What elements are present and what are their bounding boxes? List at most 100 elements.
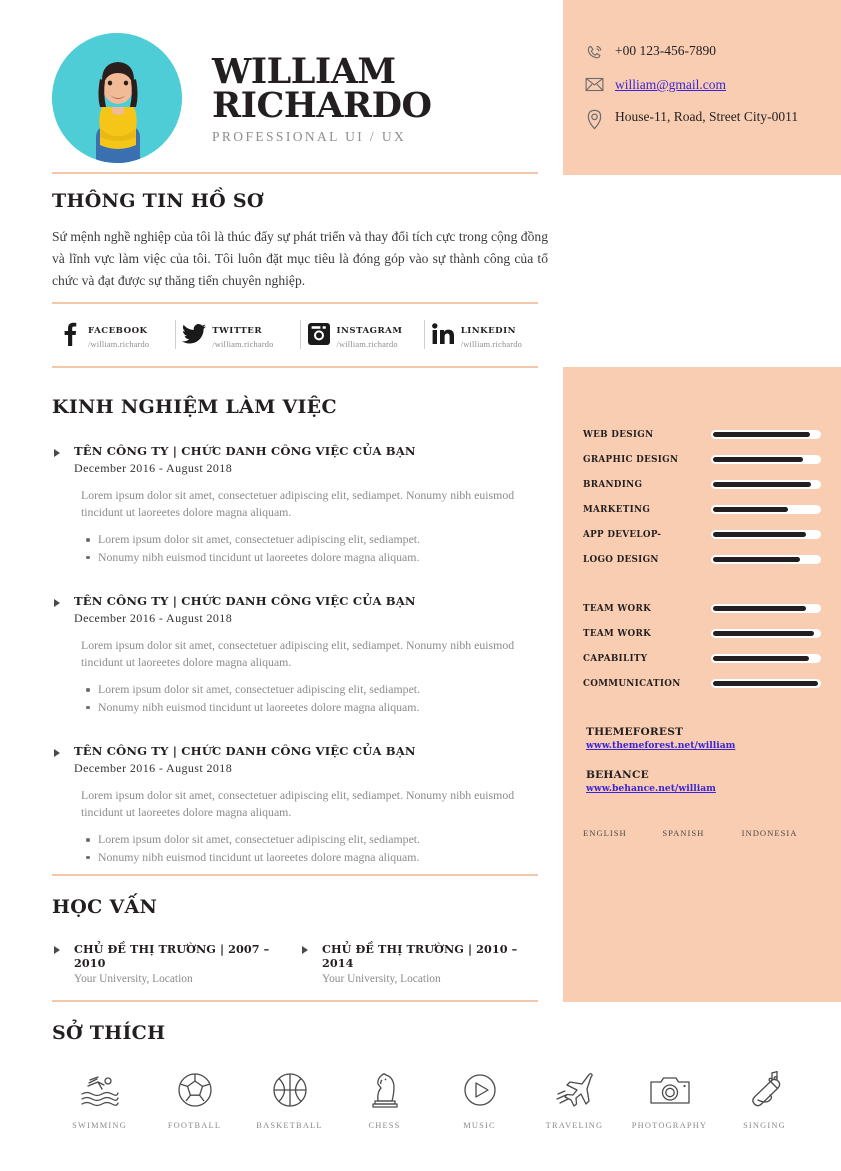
skill-bar-fill bbox=[713, 532, 806, 537]
hobbies-row: SWIMMING FOOTBALL BASKETBALL CHESS MUSIC… bbox=[52, 1068, 812, 1130]
language-label: SPANISH bbox=[662, 828, 705, 838]
education-item-sub: Your University, Location bbox=[322, 973, 441, 985]
hobby-label: PHOTOGRAPHY bbox=[631, 1121, 708, 1130]
socials-divider bbox=[52, 366, 538, 368]
skill-label: TEAM WORK bbox=[583, 603, 652, 614]
skill-bar bbox=[711, 679, 821, 688]
portfolio-item-url[interactable]: www.themeforest.net/william bbox=[586, 740, 821, 751]
education-item: CHỦ ĐỀ THỊ TRƯỜNG | 2007 – 2010 Your Uni… bbox=[52, 942, 300, 985]
portfolio-section: MY PORTFOLIO THEMEFOREST www.themeforest… bbox=[583, 726, 821, 794]
header-divider bbox=[52, 172, 538, 174]
linkedin-icon bbox=[425, 323, 461, 345]
football-icon bbox=[176, 1068, 214, 1112]
skill-label: LOGO DESIGN bbox=[583, 554, 659, 565]
skill-label: WEB DESIGN bbox=[583, 429, 654, 440]
hobby-label: CHESS bbox=[368, 1121, 401, 1130]
skill-bar-fill bbox=[713, 557, 801, 562]
contact-address-row: House-11, Road, Street City-0011 bbox=[585, 108, 830, 130]
email-value[interactable]: william@gmail.com bbox=[615, 76, 726, 94]
contact-email-row[interactable]: william@gmail.com bbox=[585, 76, 830, 94]
social-handle: /william.richardo bbox=[212, 339, 274, 349]
triangle-bullet-icon bbox=[54, 449, 60, 457]
education-item-title: CHỦ ĐỀ THỊ TRƯỜNG | 2010 – 2014 bbox=[322, 942, 518, 970]
triangle-bullet-icon bbox=[302, 946, 308, 954]
skill-bar bbox=[711, 505, 821, 514]
skill-row: CAPABILITY bbox=[583, 646, 821, 671]
avatar bbox=[52, 33, 182, 163]
skill-row: APP DEVELOP- bbox=[583, 522, 821, 547]
experience-item-title: TÊN CÔNG TY | CHỨC DANH CÔNG VIỆC CỦA BẠ… bbox=[74, 444, 416, 458]
experience-item: TÊN CÔNG TY | CHỨC DANH CÔNG VIỆC CỦA BẠ… bbox=[52, 594, 548, 716]
list-item: Nonumy nibh euismod tincidunt ut laoreet… bbox=[86, 549, 548, 566]
experience-item-date: December 2016 - August 2018 bbox=[74, 611, 233, 626]
portfolio-item-url[interactable]: www.behance.net/william bbox=[586, 783, 821, 794]
portfolio-item[interactable]: BEHANCE www.behance.net/william bbox=[583, 769, 821, 794]
header: WILLIAM RICHARDO PROFESSIONAL UI / UX bbox=[52, 33, 547, 163]
chess-icon bbox=[368, 1068, 402, 1112]
photography-icon bbox=[649, 1068, 691, 1112]
portfolio-item-name: THEMEFOREST bbox=[586, 726, 684, 738]
triangle-bullet-icon bbox=[54, 749, 60, 758]
hobby-item-football: FOOTBALL bbox=[147, 1068, 242, 1130]
facebook-icon bbox=[52, 322, 88, 346]
social-item-linkedin[interactable]: LINKEDIN /william.richardo bbox=[423, 319, 548, 349]
portfolio-item-name: BEHANCE bbox=[586, 769, 649, 781]
education-item-sub: Your University, Location bbox=[74, 973, 193, 985]
social-name: TWITTER bbox=[212, 325, 262, 336]
skill-bar bbox=[711, 455, 821, 464]
portfolio-item[interactable]: THEMEFOREST www.themeforest.net/william bbox=[583, 726, 821, 751]
list-item: Lorem ipsum dolor sit amet, consectetuer… bbox=[86, 531, 548, 548]
skill-bar bbox=[711, 654, 821, 663]
education-section: HỌC VẤN CHỦ ĐỀ THỊ TRƯỜNG | 2007 – 2010 … bbox=[52, 896, 548, 985]
skill-bar-fill bbox=[713, 457, 803, 462]
basketball-icon bbox=[271, 1068, 309, 1112]
singing-icon bbox=[746, 1068, 784, 1112]
profile-section: THÔNG TIN HỒ SƠ Sứ mệnh nghề nghiệp của … bbox=[52, 190, 548, 292]
skill-bar-fill bbox=[713, 681, 818, 686]
hobby-label: SWIMMING bbox=[72, 1121, 127, 1130]
social-handle: /william.richardo bbox=[88, 339, 150, 349]
list-item: Nonumy nibh euismod tincidunt ut laoreet… bbox=[86, 699, 548, 716]
phone-icon bbox=[585, 42, 615, 62]
experience-divider bbox=[52, 874, 538, 876]
education-item-title: CHỦ ĐỀ THỊ TRƯỜNG | 2007 – 2010 bbox=[74, 942, 270, 970]
social-item-twitter[interactable]: TWITTER /william.richardo bbox=[175, 319, 299, 349]
education-title: HỌC VẤN bbox=[52, 896, 158, 918]
skill-bar bbox=[711, 530, 821, 539]
experience-item-desc: Lorem ipsum dolor sit amet, consectetuer… bbox=[81, 638, 515, 670]
skills-group-spacer bbox=[583, 572, 821, 596]
hobby-item-singing: SINGING bbox=[717, 1068, 812, 1130]
hobby-item-chess: CHESS bbox=[337, 1068, 432, 1130]
list-item: Lorem ipsum dolor sit amet, consectetuer… bbox=[86, 681, 548, 698]
language-label: INDONESIA bbox=[741, 828, 798, 838]
social-name: LINKEDIN bbox=[460, 325, 517, 336]
skill-label: GRAPHIC DESIGN bbox=[583, 454, 679, 465]
location-pin-icon bbox=[585, 108, 615, 130]
skills-group-a: WEB DESIGN GRAPHIC DESIGN BRANDING MARKE… bbox=[583, 422, 821, 572]
experience-item-date: December 2016 - August 2018 bbox=[74, 461, 233, 475]
social-item-instagram[interactable]: INSTAGRAM /william.richardo bbox=[299, 319, 424, 349]
hobby-label: TRAVELING bbox=[545, 1121, 604, 1130]
resume-page: WILLIAM RICHARDO PROFESSIONAL UI / UX +0… bbox=[0, 0, 841, 1171]
triangle-bullet-icon bbox=[54, 946, 60, 954]
skill-bar-fill bbox=[713, 507, 789, 512]
language-label: ENGLISH bbox=[583, 828, 627, 838]
skill-row: MARKETING bbox=[583, 497, 821, 522]
hobbies-title: SỞ THÍCH bbox=[52, 1022, 166, 1044]
skill-bar bbox=[711, 555, 821, 564]
skill-bar-fill bbox=[713, 606, 806, 611]
skill-bar bbox=[711, 430, 821, 439]
music-icon bbox=[462, 1068, 498, 1112]
skill-label: CAPABILITY bbox=[583, 653, 648, 664]
social-item-facebook[interactable]: FACEBOOK /william.richardo bbox=[52, 320, 175, 349]
address-value: House-11, Road, Street City-0011 bbox=[615, 108, 799, 124]
skill-label: COMMUNICATION bbox=[583, 678, 681, 689]
hobby-label: SINGING bbox=[743, 1121, 786, 1130]
skill-bar bbox=[711, 480, 821, 489]
experience-item-date: December 2016 - August 2018 bbox=[74, 761, 233, 776]
social-name: FACEBOOK bbox=[88, 325, 148, 336]
hobby-item-photography: PHOTOGRAPHY bbox=[622, 1068, 717, 1130]
skill-label: MARKETING bbox=[583, 504, 651, 515]
profile-text: Sứ mệnh nghề nghiệp của tôi là thúc đẩy … bbox=[52, 229, 548, 289]
experience-item: TÊN CÔNG TY | CHỨC DANH CÔNG VIỆC CỦA BẠ… bbox=[52, 744, 548, 866]
